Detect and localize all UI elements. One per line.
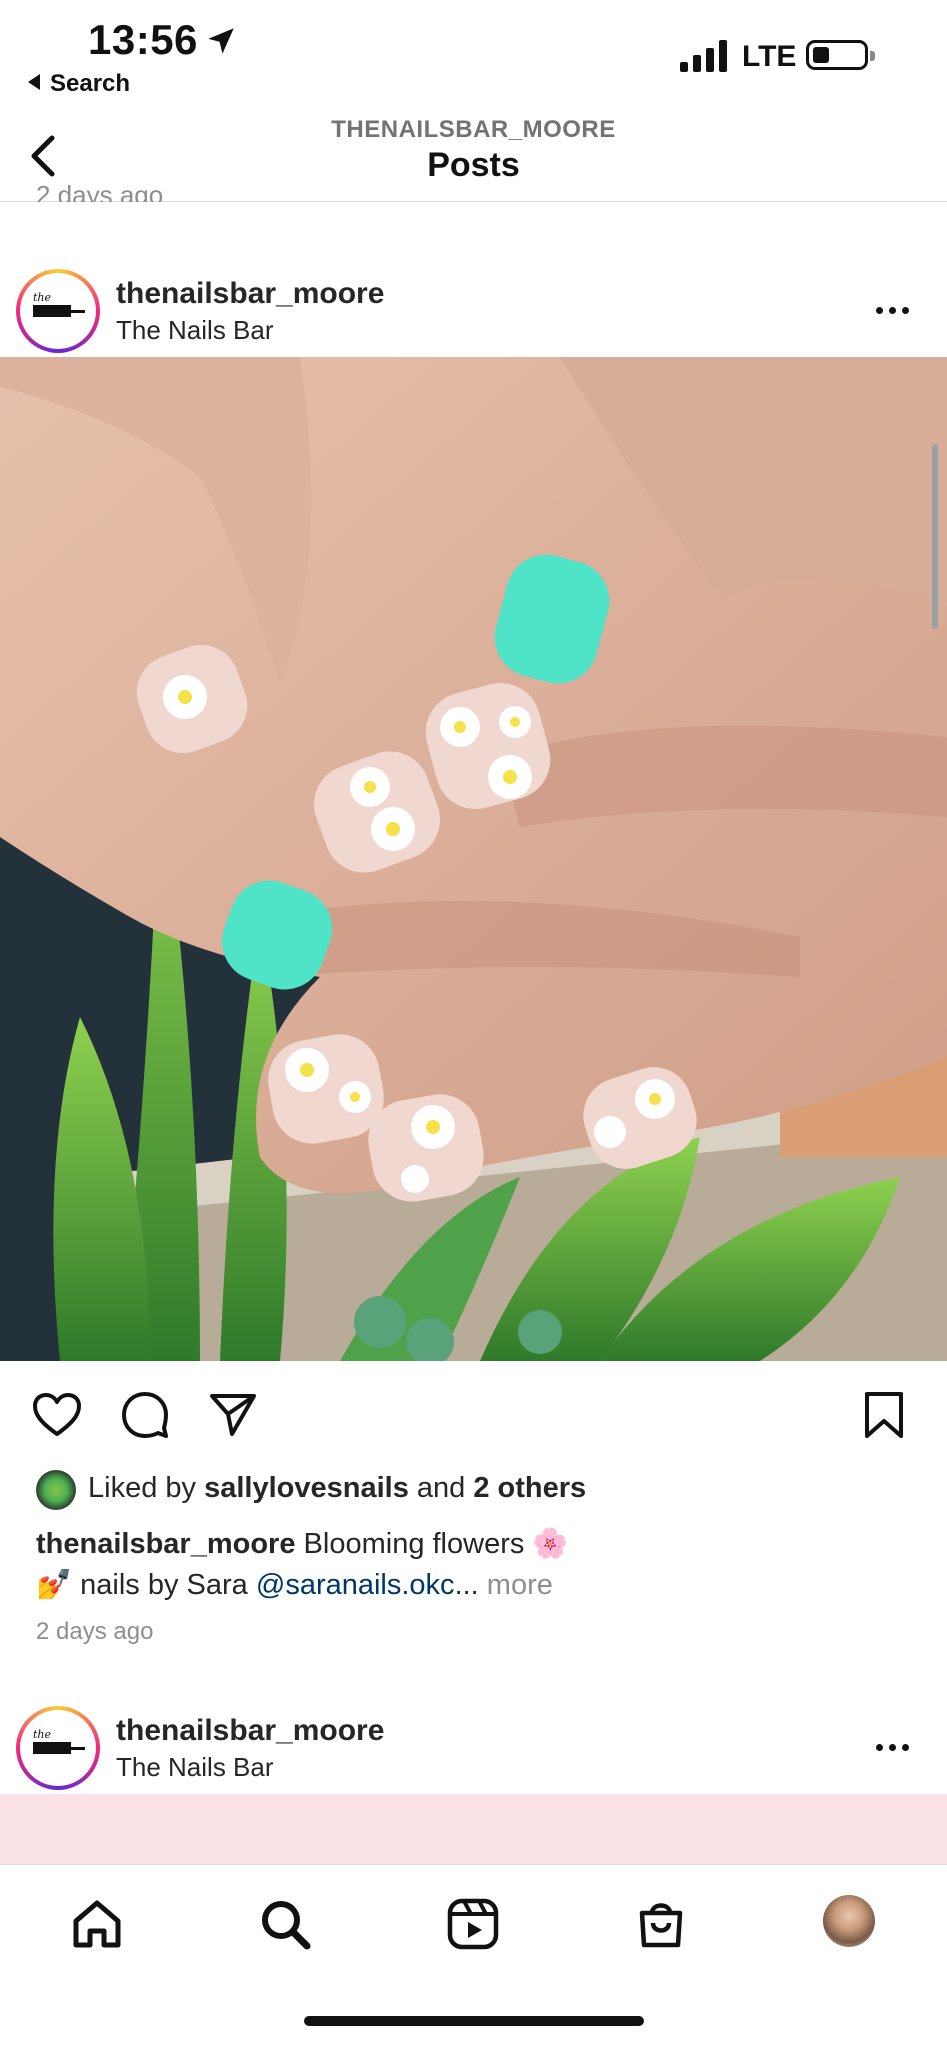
nail-art-image <box>0 357 947 1361</box>
paper-plane-icon[interactable] <box>206 1388 260 1442</box>
more-options-icon[interactable] <box>876 1738 922 1752</box>
comment-icon[interactable] <box>118 1388 172 1442</box>
likes-text[interactable]: Liked by sallylovesnails and 2 others <box>88 1472 586 1505</box>
cellular-signal-icon <box>680 40 727 72</box>
heart-icon[interactable] <box>30 1388 84 1442</box>
liker-username[interactable]: sallylovesnails <box>204 1472 409 1504</box>
back-to-app-link[interactable]: Search <box>28 70 130 98</box>
post-location[interactable]: The Nails Bar <box>116 315 274 346</box>
reels-icon[interactable] <box>444 1895 502 1953</box>
carrier-label: LTE <box>742 40 797 73</box>
home-indicator[interactable] <box>304 2016 644 2026</box>
likes-row[interactable]: Liked by sallylovesnails and 2 others <box>0 1468 947 1512</box>
next-post-photo-preview[interactable] <box>0 1794 947 1864</box>
caption-mention[interactable]: @saranails.okc <box>256 1569 455 1601</box>
bookmark-icon[interactable] <box>857 1388 911 1442</box>
page-title: Posts <box>427 146 520 184</box>
profile-avatar[interactable] <box>823 1895 875 1947</box>
avatar[interactable]: the <box>16 269 100 353</box>
post-photo[interactable] <box>0 357 947 1361</box>
next-post-header: the thenailsbar_moore The Nails Bar <box>0 1690 947 1794</box>
likes-others-link[interactable]: 2 others <box>473 1472 586 1504</box>
post-header: the thenailsbar_moore The Nails Bar <box>0 253 947 357</box>
location-arrow-icon <box>208 28 234 54</box>
status-time: 13:56 <box>88 16 198 63</box>
battery-level <box>813 47 829 63</box>
caption-line2: 💅 nails by Sara <box>36 1569 248 1601</box>
caption-username[interactable]: thenailsbar_moore <box>36 1528 295 1560</box>
next-post-username[interactable]: thenailsbar_moore <box>116 1714 384 1748</box>
more-options-icon[interactable] <box>876 301 922 315</box>
post-caption: thenailsbar_moore Blooming flowers 🌸 💅 n… <box>36 1528 569 1601</box>
home-icon[interactable] <box>68 1895 126 1953</box>
next-post-location[interactable]: The Nails Bar <box>116 1752 274 1783</box>
avatar[interactable]: the <box>16 1706 100 1790</box>
status-bar: 13:56 Search LTE <box>0 0 947 110</box>
post-timestamp: 2 days ago <box>36 1618 154 1645</box>
back-app-label: Search <box>50 70 131 97</box>
caption-text: Blooming flowers 🌸 <box>303 1528 569 1560</box>
post-actions <box>0 1380 947 1446</box>
liker-avatar[interactable] <box>36 1470 76 1510</box>
nails-bar-logo: the <box>29 1728 87 1762</box>
caption-more-link[interactable]: more <box>487 1569 553 1601</box>
nails-bar-logo: the <box>29 291 87 325</box>
scroll-indicator[interactable] <box>932 444 938 629</box>
battery-icon <box>806 40 875 70</box>
search-icon[interactable] <box>256 1895 314 1953</box>
nav-account-name: THENAILSBAR_MOORE <box>331 116 616 143</box>
back-triangle-icon <box>28 74 40 90</box>
previous-post-timestamp: 2 days ago <box>36 182 164 202</box>
post-username[interactable]: thenailsbar_moore <box>116 277 384 311</box>
shop-icon[interactable] <box>632 1895 690 1953</box>
